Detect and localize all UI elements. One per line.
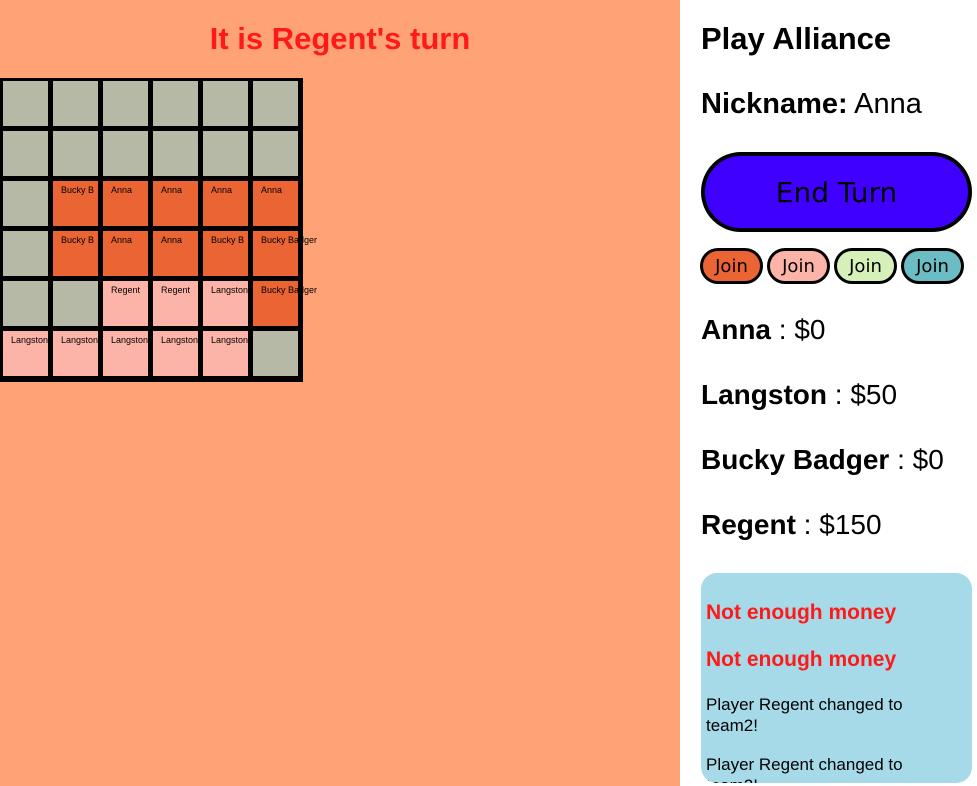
- app-title: Play Alliance: [701, 21, 892, 56]
- board-cell[interactable]: [53, 81, 98, 126]
- board-cell[interactable]: Anna: [153, 231, 198, 276]
- board-cell[interactable]: [53, 131, 98, 176]
- cell-owner-label: Langston: [111, 335, 148, 345]
- player-name: Bucky Badger: [701, 444, 890, 475]
- board-cell[interactable]: Langston: [103, 331, 148, 376]
- board-cell[interactable]: [153, 131, 198, 176]
- game-board: Bucky B Anna Anna Anna Anna Bucky B Anna Anna Bu…: [0, 78, 317, 382]
- join-team2-button[interactable]: Join: [767, 248, 830, 284]
- cell-owner-label: Bucky B: [211, 235, 245, 245]
- board-cell[interactable]: Bucky B: [53, 231, 98, 276]
- log-message: Not enough money: [706, 601, 897, 624]
- turn-banner: It is Regent's turn: [209, 21, 471, 56]
- board-cell[interactable]: Langston: [203, 281, 248, 326]
- log-message: Player Regent changed to team2!: [706, 755, 903, 783]
- cell-owner-label: Langston: [61, 335, 98, 345]
- board-cell[interactable]: [3, 81, 48, 126]
- game-area: It is Regent's turn Bucky B Anna Anna Anna A…: [0, 0, 680, 786]
- end-turn-button[interactable]: End Turn: [701, 152, 972, 232]
- board-cell[interactable]: [253, 131, 298, 176]
- board-cell[interactable]: [3, 231, 48, 276]
- board-cell[interactable]: Langston: [53, 331, 98, 376]
- cell-owner-label: Langston: [161, 335, 198, 345]
- board-cell[interactable]: Regent: [103, 281, 148, 326]
- player-money: : $0: [771, 314, 826, 345]
- board-cell[interactable]: [103, 81, 148, 126]
- player-name: Langston: [701, 379, 827, 410]
- side-panel: Play Alliance Nickname: Anna End Turn Jo…: [680, 0, 977, 786]
- player-money: : $0: [889, 444, 944, 475]
- board-cell[interactable]: Anna: [103, 181, 148, 226]
- join-team3-button[interactable]: Join: [834, 248, 897, 284]
- player-name: Anna: [701, 314, 771, 345]
- board-cell[interactable]: Anna: [103, 231, 148, 276]
- cell-owner-label: Langston: [11, 335, 48, 345]
- nickname-value: Anna: [854, 88, 922, 120]
- cell-owner-label: Anna: [261, 185, 283, 195]
- board-cell[interactable]: Langston: [153, 331, 198, 376]
- cell-owner-label: Bucky B: [61, 235, 95, 245]
- cell-owner-label: Bucky Badger: [261, 235, 318, 245]
- board-cell[interactable]: [203, 81, 248, 126]
- board-cell[interactable]: Regent: [153, 281, 198, 326]
- cell-owner-label: Anna: [161, 185, 183, 195]
- nickname-label: Nickname:: [701, 88, 848, 120]
- board-cell[interactable]: [3, 131, 48, 176]
- player-row: Bucky Badger : $0: [701, 443, 944, 477]
- board-cell[interactable]: [53, 281, 98, 326]
- cell-owner-label: Langston: [211, 335, 248, 345]
- log-message: Player Regent changed to team2!: [706, 695, 903, 735]
- board-cell[interactable]: Anna: [203, 181, 248, 226]
- cell-owner-label: Bucky B: [61, 185, 95, 195]
- cell-owner-label: Bucky Badger: [261, 285, 318, 295]
- board-cell[interactable]: [253, 331, 298, 376]
- board-cell[interactable]: [3, 281, 48, 326]
- board-cell[interactable]: [153, 81, 198, 126]
- cell-owner-label: Anna: [111, 185, 133, 195]
- log-message: Not enough money: [706, 648, 897, 671]
- cell-owner-label: Langston: [211, 285, 248, 295]
- cell-owner-label: Anna: [111, 235, 133, 245]
- board-cell[interactable]: Anna: [153, 181, 198, 226]
- nickname-row: Nickname: Anna: [701, 86, 922, 122]
- board-cell[interactable]: [3, 181, 48, 226]
- board-cell[interactable]: [103, 131, 148, 176]
- join-team1-button[interactable]: Join: [700, 248, 763, 284]
- board-cell[interactable]: Bucky B: [203, 231, 248, 276]
- player-name: Regent: [701, 509, 796, 540]
- player-row: Anna : $0: [701, 313, 825, 347]
- cell-owner-label: Anna: [161, 235, 183, 245]
- board-cell[interactable]: [203, 131, 248, 176]
- player-row: Langston : $50: [701, 378, 897, 412]
- player-money: : $150: [795, 509, 882, 540]
- message-log[interactable]: Not enough money Not enough money Player…: [701, 573, 972, 783]
- cell-owner-label: Regent: [161, 285, 191, 295]
- player-row: Regent : $150: [701, 508, 882, 542]
- join-team4-button[interactable]: Join: [901, 248, 964, 284]
- cell-owner-label: Anna: [211, 185, 233, 195]
- board-cell[interactable]: Langston: [3, 331, 48, 376]
- cell-owner-label: Regent: [111, 285, 141, 295]
- player-money: : $50: [827, 379, 898, 410]
- board-cell[interactable]: Langston: [203, 331, 248, 376]
- board-cell[interactable]: Bucky B: [53, 181, 98, 226]
- board-cell[interactable]: [253, 81, 298, 126]
